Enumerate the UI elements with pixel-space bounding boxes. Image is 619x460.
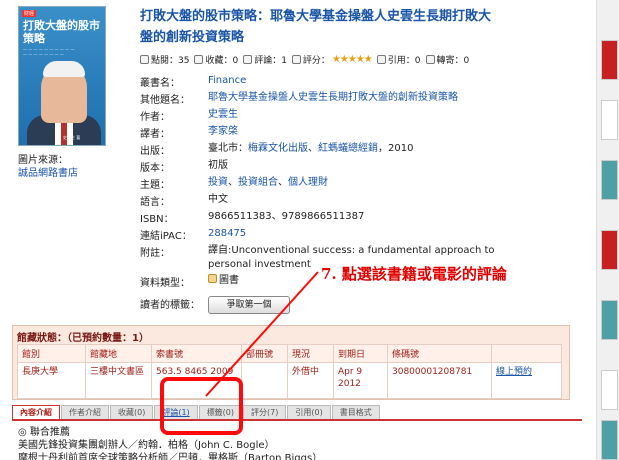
holdings-header-row: 館別 館藏地 索書號 部冊號 現況 到期日 條碼號: [17, 344, 562, 363]
right-sidebar-thumbnails: [596, 0, 619, 460]
sidebar-thumbnail[interactable]: [601, 160, 618, 200]
holdings-header: 館藏狀態：（已預約數量：1）: [17, 333, 149, 344]
holdings-panel: 館藏狀態：（已預約數量：1） 館別 館藏地 索書號 部冊號 現況 到期日 條碼號…: [12, 325, 570, 400]
ipac-link[interactable]: 288475: [208, 227, 508, 241]
sidebar-thumbnail[interactable]: [601, 300, 618, 340]
favorites-stat[interactable]: 收藏：0: [194, 53, 238, 66]
image-source-link[interactable]: 誠品網路書店: [18, 164, 78, 179]
cover-badge: 財經: [22, 10, 37, 17]
col-barcode: 條碼號: [387, 344, 492, 363]
book-title[interactable]: 打敗大盤的股市策略：耶魯大學基金操盤人史雲生長期打敗大盤的創新投資策略: [140, 6, 500, 48]
alt-title-link[interactable]: 耶魯大學基金操盤人史雲生長期打敗大盤的創新投資策略: [208, 91, 508, 105]
book-type-icon: [208, 274, 217, 283]
col-action: [491, 344, 562, 363]
publisher-link-2[interactable]: 紅螞蟻總經銷: [318, 143, 378, 154]
subject-link-investment[interactable]: 投資: [208, 177, 228, 188]
publisher-link-1[interactable]: 梅霖文化出版: [248, 143, 308, 154]
clicks-stat: 點閱：35: [140, 53, 189, 66]
content-tabs: 內容介紹 作者介紹 收藏(0) 評論(1) 標籤(0) 評分(7) 引用(0) …: [12, 405, 582, 421]
clicks-icon: [140, 55, 149, 64]
sidebar-thumbnail[interactable]: [601, 420, 618, 460]
citation-icon: [376, 55, 386, 64]
tab-ratings[interactable]: 評分(7): [243, 405, 287, 419]
mail-icon: [425, 55, 435, 64]
online-reserve-link[interactable]: 線上預約: [496, 367, 532, 377]
sidebar-thumbnail[interactable]: [601, 230, 618, 270]
holdings-table: 館別 館藏地 索書號 部冊號 現況 到期日 條碼號 長庚大學 三樓中文書區 56…: [17, 344, 562, 399]
translator-link[interactable]: 李家棨: [208, 125, 508, 139]
col-location: 館藏地: [85, 344, 152, 363]
highlight-box: [160, 377, 243, 435]
comment-icon: [243, 55, 253, 64]
cover-title: 打敗大盤的股市策略: [23, 19, 100, 45]
table-row: 長庚大學 三樓中文書區 563.5 8465 2009 外借中 Apr 9 20…: [17, 362, 562, 399]
sidebar-thumbnail[interactable]: [601, 40, 618, 80]
col-volume: 部冊號: [241, 344, 288, 363]
col-library: 館別: [17, 344, 86, 363]
tab-favorites[interactable]: 收藏(0): [110, 405, 154, 419]
recommender-2: 摩根士丹利前首席全球策略分析師／巴頓．畢格斯（Barton Biggs）: [18, 453, 323, 460]
series-link[interactable]: Finance: [208, 74, 508, 88]
tab-description[interactable]: 內容介紹: [12, 405, 60, 419]
col-call-number: 索書號: [151, 344, 242, 363]
rating-stars[interactable]: ★★★★★: [332, 54, 373, 65]
favorite-icon: [194, 55, 204, 64]
author-link[interactable]: 史雲生: [208, 108, 508, 122]
cover-author: 史雲生 著: [63, 135, 81, 140]
shares-stat[interactable]: 轉寄：0: [425, 53, 469, 66]
tab-author-info[interactable]: 作者介紹: [61, 405, 109, 419]
recommender-1: 美國先鋒投資集團創辦人／約翰．柏格（John C. Bogle）: [18, 440, 275, 451]
book-cover-image[interactable]: 財經 打敗大盤的股市策略 — — — — — — — — — — — — — — …: [18, 6, 106, 146]
rating-stat[interactable]: 評分： ★★★★★: [291, 53, 373, 66]
sidebar-thumbnail[interactable]: [601, 370, 618, 410]
col-due-date: 到期日: [333, 344, 388, 363]
citations-stat[interactable]: 引用：0: [376, 53, 421, 66]
comments-stat[interactable]: 評論：1: [243, 53, 287, 66]
subject-link-portfolio[interactable]: 投資組合: [238, 177, 278, 188]
col-status: 現況: [287, 344, 334, 363]
rating-icon: [291, 55, 301, 64]
stats-bar: 點閱：35 收藏：0 評論：1 評分： ★★★★★ 引用：0 轉寄：0: [140, 53, 474, 66]
tab-citations[interactable]: 引用(0): [287, 405, 331, 419]
subject-link-personal-finance[interactable]: 個人理財: [288, 177, 328, 188]
tab-bib-format[interactable]: 書目格式: [331, 405, 380, 419]
sidebar-thumbnail[interactable]: [601, 100, 618, 140]
cover-subtitle-decoration: — — — — — — — — — — — — — — — — — —: [23, 47, 75, 57]
instruction-annotation: 7. 點選該書籍或電影的評論: [321, 265, 507, 283]
add-first-tag-button[interactable]: 爭取第一個: [208, 296, 290, 314]
